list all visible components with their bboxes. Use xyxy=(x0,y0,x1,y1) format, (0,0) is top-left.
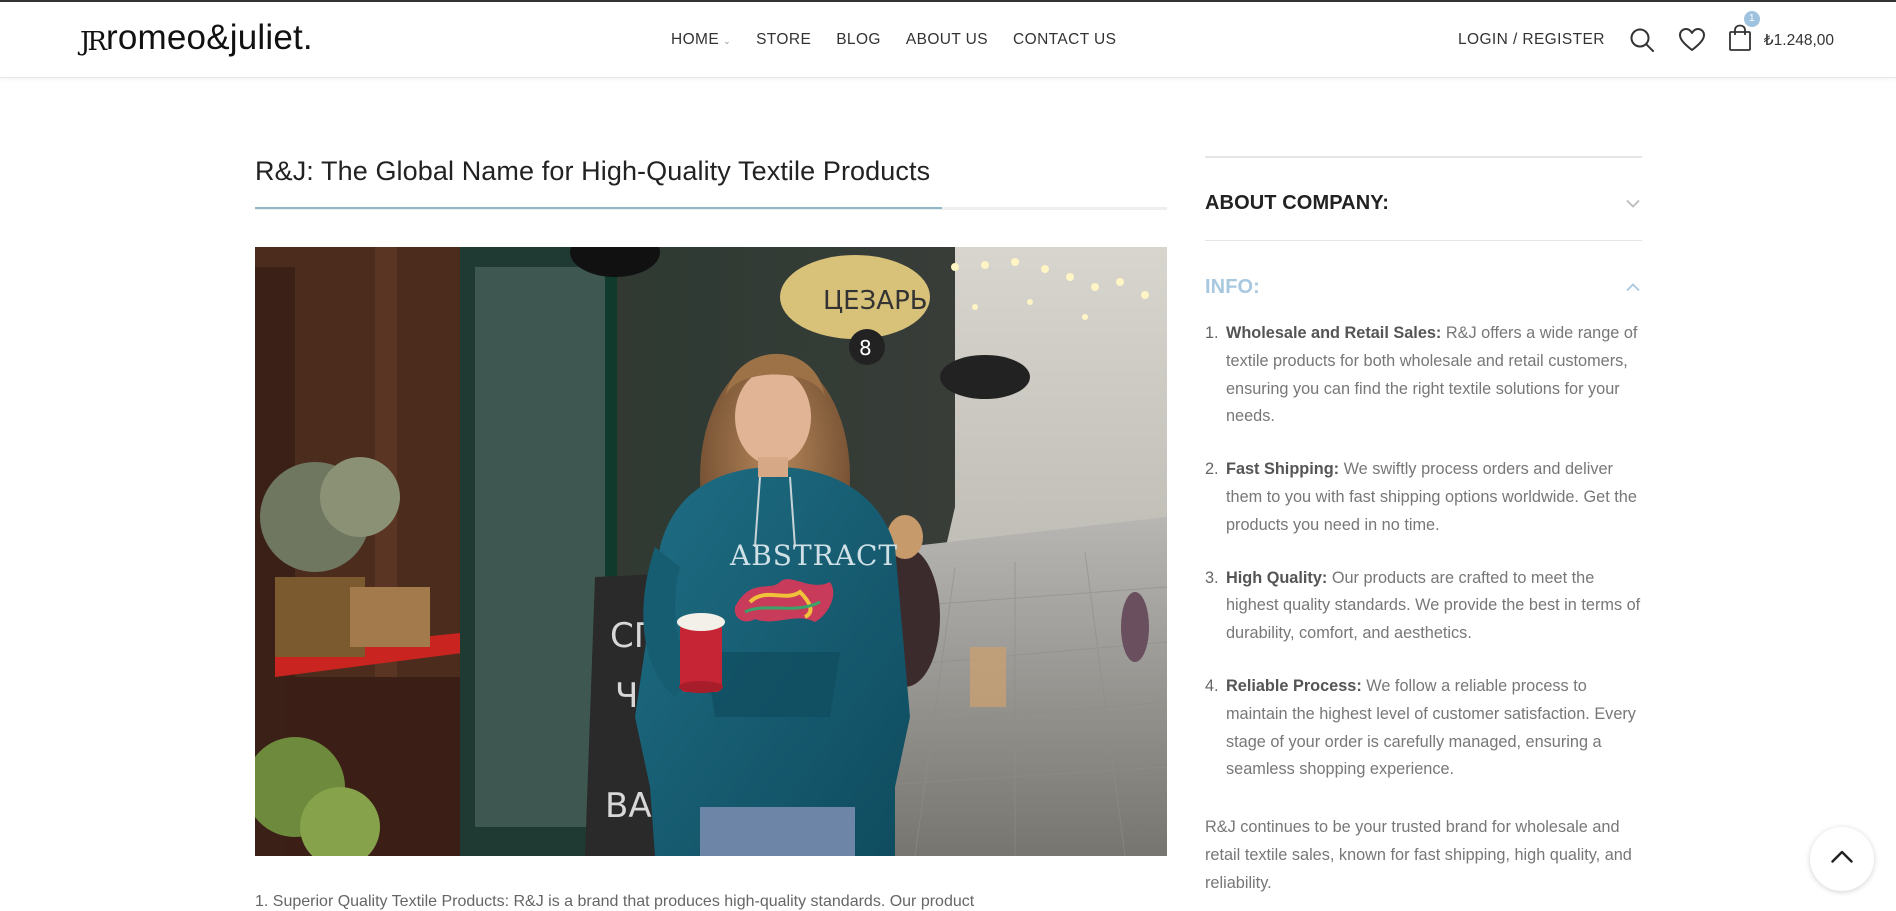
title-underline-accent xyxy=(255,207,942,209)
cart-button[interactable]: 1 ₺1.248,00 xyxy=(1728,10,1834,57)
list-item: 3. High Quality: Our products are crafte… xyxy=(1205,565,1642,648)
cart-total: ₺1.248,00 xyxy=(1763,31,1834,49)
shopping-bag-icon xyxy=(1728,24,1752,57)
hero-image: СПЕ ЧАС М ВАРЕ ЦЕЗАРЬ 8 xyxy=(255,247,1167,856)
login-register-link[interactable]: LOGIN / REGISTER xyxy=(1458,31,1605,49)
chevron-down-icon xyxy=(1624,194,1642,212)
chevron-up-icon xyxy=(1624,278,1642,296)
list-item-title: High Quality: xyxy=(1226,568,1328,587)
nav-item-home[interactable]: HOME ⌄ xyxy=(671,31,731,49)
site-logo[interactable]: JR romeo&juliet. xyxy=(80,16,313,60)
nav-item-label: HOME xyxy=(671,31,720,48)
svg-text:ЦЕЗАРЬ: ЦЕЗАРЬ xyxy=(823,286,928,316)
nav-item-store[interactable]: STORE xyxy=(756,31,811,49)
accordion-divider xyxy=(1205,240,1642,241)
list-number: 3. xyxy=(1205,568,1219,587)
list-item: 2. Fast Shipping: We swiftly process ord… xyxy=(1205,456,1642,539)
accordion-about-company[interactable]: ABOUT COMPANY: xyxy=(1205,183,1642,223)
list-item-title: Reliable Process: xyxy=(1226,676,1362,695)
search-icon[interactable] xyxy=(1628,26,1656,54)
chevron-down-icon: ⌄ xyxy=(723,35,732,46)
cart-count-badge: 1 xyxy=(1743,10,1760,27)
list-number: 1. xyxy=(1205,324,1219,342)
header-actions: LOGIN / REGISTER 1 ₺1.248,00 xyxy=(1458,2,1834,78)
list-number: 4. xyxy=(1205,676,1219,695)
nav-item-label: STORE xyxy=(756,31,812,48)
accordion-info[interactable]: INFO: xyxy=(1205,267,1642,307)
logo-wordmark: romeo&juliet. xyxy=(106,18,313,57)
svg-text:8: 8 xyxy=(859,336,872,360)
chevron-up-icon xyxy=(1831,850,1853,868)
nav-item-blog[interactable]: BLOG xyxy=(836,31,881,49)
accordion-title: ABOUT COMPANY: xyxy=(1205,191,1389,214)
list-number: 2. xyxy=(1205,460,1219,479)
closing-paragraph: R&J continues to be your trusted brand f… xyxy=(1205,818,1632,892)
nav-item-label: ABOUT US xyxy=(905,31,989,48)
nav-item-label: CONTACT US xyxy=(1013,31,1117,48)
list-item-title: Wholesale and Retail Sales: xyxy=(1226,324,1442,342)
article-body-partial: 1. Superior Quality Textile Products: R&… xyxy=(255,893,975,910)
accordion-top-divider xyxy=(1205,156,1642,158)
nav-item-contact-us[interactable]: CONTACT US xyxy=(1013,31,1116,49)
site-header: JR romeo&juliet. HOME ⌄ STORE BLOG ABOUT… xyxy=(0,2,1896,78)
scroll-to-top-button[interactable] xyxy=(1810,827,1874,891)
list-item: 1. Wholesale and Retail Sales: R&J offer… xyxy=(1205,320,1642,431)
nav-item-label: BLOG xyxy=(836,31,881,48)
nav-item-about-us[interactable]: ABOUT US xyxy=(906,31,988,49)
heart-icon[interactable] xyxy=(1678,26,1706,54)
article-title: R&J: The Global Name for High-Quality Te… xyxy=(255,156,931,186)
accordion-title: INFO: xyxy=(1205,275,1260,298)
info-list: 1. Wholesale and Retail Sales: R&J offer… xyxy=(1205,320,1642,809)
svg-text:ABSTRACT: ABSTRACT xyxy=(729,539,898,572)
main-navigation: HOME ⌄ STORE BLOG ABOUT US CONTACT US xyxy=(671,2,1141,78)
list-item: 4. Reliable Process: We follow a reliabl… xyxy=(1205,673,1642,784)
logo-monogram: JR xyxy=(80,27,107,57)
list-item-title: Fast Shipping: xyxy=(1226,460,1340,479)
